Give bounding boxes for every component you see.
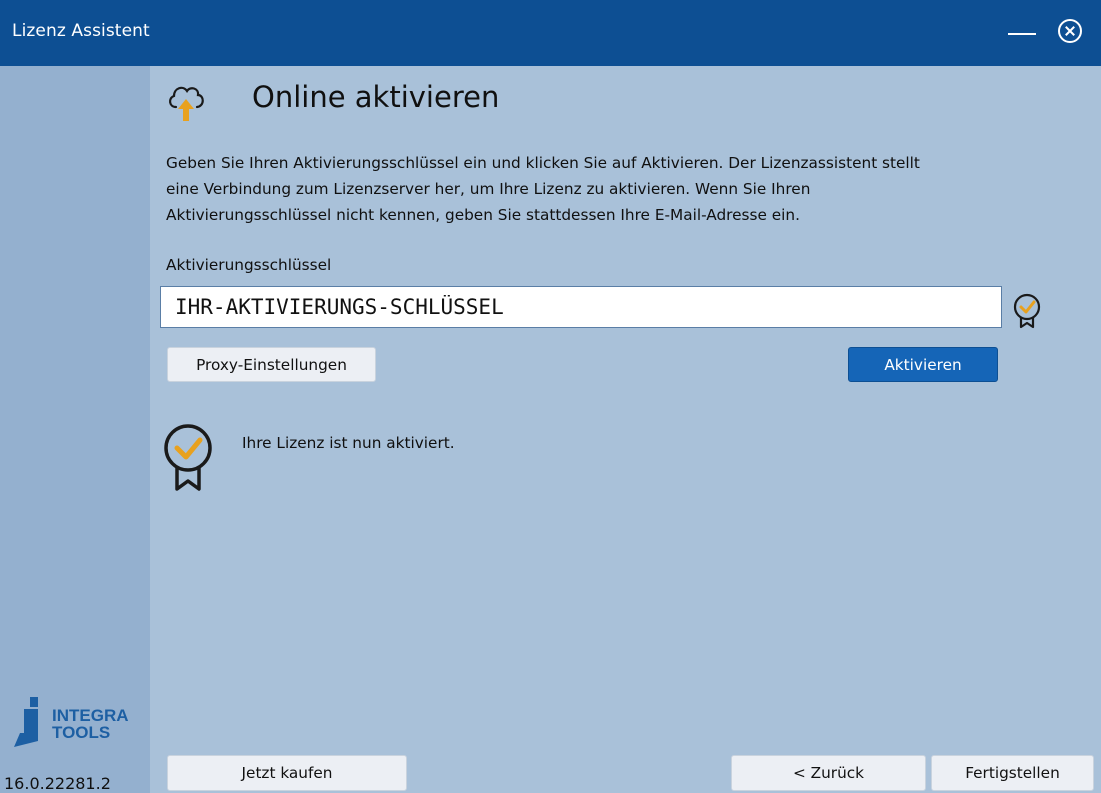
proxy-settings-button[interactable]: Proxy-Einstellungen <box>167 347 376 382</box>
intro-line: Geben Sie Ihren Aktivierungsschlüssel ei… <box>166 154 920 172</box>
integra-tools-logo: INTEGRA TOOLS <box>14 697 154 747</box>
activation-status-text: Ihre Lizenz ist nun aktiviert. <box>242 434 455 452</box>
minimize-icon <box>1008 33 1036 35</box>
cloud-upload-icon <box>169 86 204 121</box>
activation-key-label: Aktivierungsschlüssel <box>166 256 332 274</box>
intro-line: Aktivierungsschlüssel nicht kennen, gebe… <box>166 206 800 224</box>
buy-now-button[interactable]: Jetzt kaufen <box>167 755 407 791</box>
finish-button[interactable]: Fertigstellen <box>931 755 1094 791</box>
version-label: 16.0.22281.2 <box>4 774 111 793</box>
license-activated-icon <box>164 424 212 491</box>
logo-mark-icon <box>14 697 38 747</box>
intro-line: eine Verbindung zum Lizenzserver her, um… <box>166 180 811 198</box>
certificate-check-icon <box>1013 293 1041 329</box>
intro-text: Geben Sie Ihren Aktivierungsschlüssel ei… <box>166 150 1096 228</box>
activate-button[interactable]: Aktivieren <box>848 347 998 382</box>
close-icon[interactable] <box>1058 19 1082 43</box>
logo-text: INTEGRA TOOLS <box>52 706 129 742</box>
sidebar <box>0 66 150 793</box>
page-title: Online aktivieren <box>252 80 500 114</box>
minimize-button[interactable] <box>1004 20 1044 48</box>
window-title: Lizenz Assistent <box>12 21 150 41</box>
activation-key-input[interactable] <box>160 286 1002 328</box>
title-bar: Lizenz Assistent <box>0 0 1101 66</box>
back-button[interactable]: < Zurück <box>731 755 926 791</box>
